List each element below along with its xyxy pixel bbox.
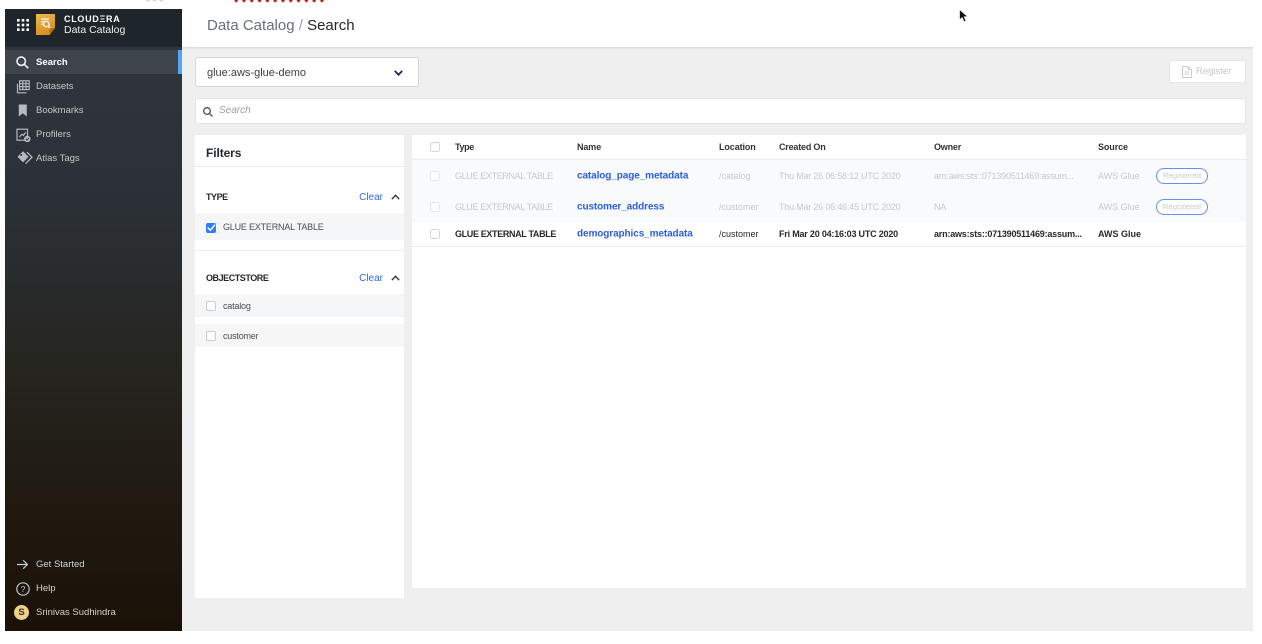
svg-text:?: ? xyxy=(21,584,26,594)
